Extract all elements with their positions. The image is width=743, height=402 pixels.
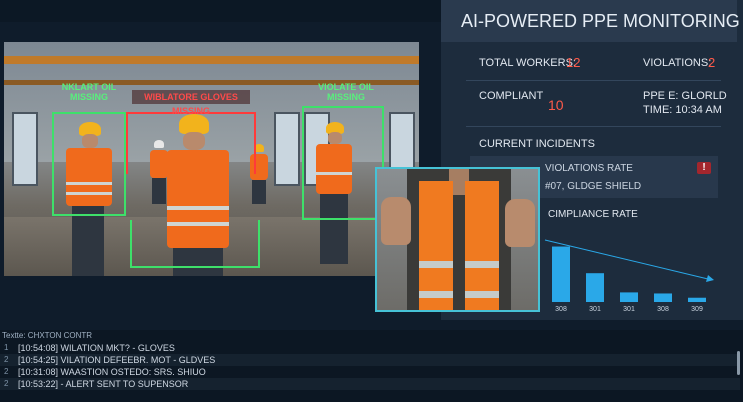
total-workers-value: 12 [566,55,581,70]
detection-box-compliant [52,112,126,216]
feed-label-left: NKLART OIL MISSING [61,82,117,102]
event-log[interactable]: Textte: CHXTON CONTR 1 [10:54:08] WILATI… [0,330,743,402]
chart-bar [620,292,638,302]
violations-value: 2 [708,55,716,70]
detection-box-compliant [130,220,260,268]
crane-beam [4,56,419,64]
chart-tick-label: 301 [589,306,601,313]
detection-box-violation [126,112,256,174]
compliance-chart: 308 301 301 308 309 [544,239,714,313]
log-header: Textte: CHXTON CONTR [2,331,93,340]
raised-hand [505,199,535,247]
violation-tag: WIBLATORE GLOVES MISSING [132,90,250,116]
log-row[interactable]: 2 [10:31:08] WAASTION OSTEDO: SRS. SHIUO [0,366,740,378]
compliance-rate-title: CIMPLIANCE RATE [548,209,638,220]
incident-line-2: #07, GLDGE SHIELD [545,181,642,192]
log-row[interactable]: 2 [10:54:25] VILATION DEFEEBR. MOT - GLD… [0,354,740,366]
panel-title: AI-POWERED PPE MONITORING [461,11,740,31]
log-row[interactable]: 2 [10:53:22] - ALERT SENT TO SUPENSOR [0,378,740,390]
divider [466,80,721,81]
factory-window [274,112,300,186]
chart-bar [586,273,604,302]
time-line: TIME: 10:34 AM [643,104,722,116]
log-row[interactable]: 1 [10:54:08] WILATION MKT? - GLOVES [0,342,740,354]
incident-line-1: VIOLATIONS RATE [545,163,633,174]
feed-label-right: VIOLATE OIL MISSING [318,82,374,102]
compliant-value: 10 [548,97,564,113]
alert-icon[interactable]: ! [697,162,711,174]
chart-bar [654,293,672,302]
incidents-title: CURRENT INCIDENTS [479,138,595,150]
factory-window [12,112,38,186]
compliant-label: COMPLIANT [479,90,544,102]
chart-tick-label: 308 [657,306,669,313]
chart-bar [688,297,706,302]
chart-tick-label: 308 [555,306,567,313]
raised-hand [381,197,411,245]
log-scrollbar[interactable] [737,351,740,375]
camera-feed[interactable]: NKLART OIL MISSING WIBLATORE GLOVES MISS… [4,42,419,276]
detection-box-compliant [302,106,384,220]
divider [466,126,721,127]
worker-closeup [375,167,540,312]
chart-tick-label: 301 [623,306,635,313]
chart-tick-label: 309 [691,306,703,313]
trend-arrow-icon [706,275,714,282]
chart-bar [552,246,570,302]
total-workers-label: TOTAL WORKERS: [479,57,576,69]
ppe-status-line: PPE E: GLORLD [643,90,727,102]
violations-label: VIOLATIONS: [643,57,712,69]
